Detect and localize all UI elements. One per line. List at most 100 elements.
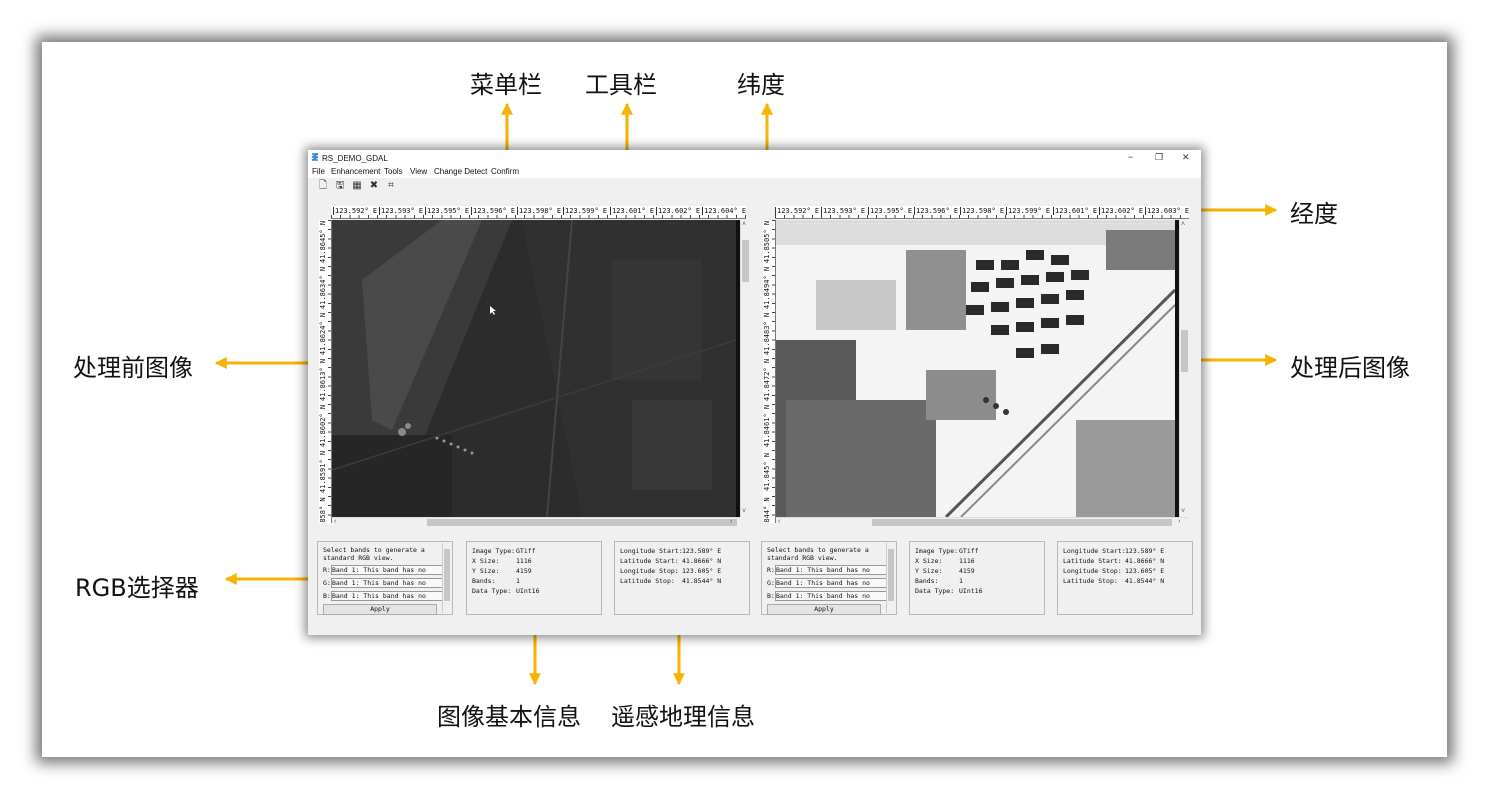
geo-key: Longitude Start: xyxy=(1063,547,1126,555)
apply-button[interactable]: Apply xyxy=(323,604,437,615)
apply-button[interactable]: Apply xyxy=(767,604,881,615)
menu-tools[interactable]: Tools xyxy=(384,167,403,176)
left-geo-info-panel: Longitude Start: 123.589° E Latitude Star… xyxy=(614,541,750,615)
lon-tick: 123.592° E xyxy=(333,207,378,215)
title-bar: RS_DEMO_GDAL − ❐ ✕ xyxy=(308,150,1201,166)
right-image-info-panel: Image Type: GTiff X Size: 1116 Y Size: 4159… xyxy=(909,541,1045,615)
left-latitude-ruler: 41.8645° N 41.8634° N 41.8624° N 41.8613… xyxy=(319,220,332,523)
scroll-thumb[interactable] xyxy=(742,240,749,282)
rgb-instruction: Select bands to generate a standard RGB … xyxy=(767,546,869,562)
after-image-view[interactable] xyxy=(776,220,1175,517)
geo-key: Latitude Stop: xyxy=(1063,577,1118,585)
panel-scrollbar[interactable] xyxy=(886,543,895,613)
scroll-thumb[interactable] xyxy=(872,519,1172,526)
band-select-g[interactable]: Band 1: This band has no▾ xyxy=(775,578,893,588)
rgb-label-b: B: xyxy=(323,592,331,600)
scroll-left-icon[interactable]: ‹ xyxy=(334,518,336,526)
band-select-b[interactable]: Band 1: This band has no▾ xyxy=(775,591,893,601)
grid-icon[interactable]: ▦ xyxy=(351,180,363,192)
lon-tick: 123.592° E xyxy=(775,207,820,215)
menu-confirm[interactable]: Confirm xyxy=(491,167,519,176)
before-image-view[interactable] xyxy=(332,220,736,517)
scroll-thumb[interactable] xyxy=(1181,330,1188,372)
info-value: 1116 xyxy=(959,557,975,565)
save-icon[interactable]: 🖫 xyxy=(334,180,346,192)
restore-button[interactable]: ❐ xyxy=(1155,152,1163,163)
geo-key: Latitude Stop: xyxy=(620,577,675,585)
toolbar: 🗋 🖫 ▦ ✖ ⌗ xyxy=(308,178,1201,194)
lon-tick: 123.593° E xyxy=(379,207,424,215)
band-select-value: Band 1: This band has no xyxy=(332,566,426,574)
info-key: Data Type: xyxy=(915,587,955,595)
menu-file[interactable]: File xyxy=(312,167,325,176)
scroll-up-icon[interactable]: ˄ xyxy=(1181,221,1185,229)
info-key: Image Type: xyxy=(915,547,959,555)
geo-key: Longitude Stop: xyxy=(1063,567,1122,575)
scroll-right-icon[interactable]: › xyxy=(1178,518,1180,526)
lon-tick: 123.601° E xyxy=(610,207,655,215)
lat-tick: 41.8613° N xyxy=(319,358,327,402)
lon-tick: 123.595° E xyxy=(868,207,913,215)
lat-tick: 844° N xyxy=(763,497,771,523)
before-vertical-scrollbar[interactable]: ˄ ˅ xyxy=(740,220,750,517)
lon-tick: 123.593° E xyxy=(821,207,866,215)
scroll-thumb[interactable] xyxy=(888,549,894,601)
after-vertical-scrollbar[interactable]: ˄ ˅ xyxy=(1179,220,1189,517)
info-value: 4159 xyxy=(959,567,975,575)
info-value: GTiff xyxy=(516,547,536,555)
lon-tick: 123.599° E xyxy=(1006,207,1051,215)
right-longitude-ruler: 123.592° E 123.593° E 123.595° E 123.596… xyxy=(775,206,1190,219)
info-key: Image Type: xyxy=(472,547,516,555)
info-key: Bands: xyxy=(915,577,939,585)
scroll-left-icon[interactable]: ‹ xyxy=(778,518,780,526)
menu-change-detect[interactable]: Change Detect xyxy=(434,167,487,176)
rgb-label-r: R: xyxy=(767,566,775,574)
scroll-right-icon[interactable]: › xyxy=(730,518,732,526)
app-logo-icon xyxy=(311,153,319,161)
menu-view[interactable]: View xyxy=(410,167,427,176)
lon-tick: 123.595° E xyxy=(425,207,470,215)
before-horizontal-scrollbar[interactable]: ‹ › xyxy=(332,517,740,527)
left-longitude-ruler: 123.592° E 123.593° E 123.595° E 123.596… xyxy=(331,206,747,219)
right-geo-info-panel: Longitude Start: 123.589° E Latitude Star… xyxy=(1057,541,1193,615)
info-key: Y Size: xyxy=(472,567,500,575)
geo-key: Longitude Start: xyxy=(620,547,683,555)
minimize-button[interactable]: − xyxy=(1128,152,1133,162)
open-icon[interactable]: 🗋 xyxy=(317,180,329,192)
left-image-info-panel: Image Type: GTiff X Size: 1116 Y Size: 4159… xyxy=(466,541,602,615)
lon-tick: 123.603° E xyxy=(1145,207,1190,215)
lat-tick: 41.8461° N xyxy=(763,404,771,448)
after-horizontal-scrollbar[interactable]: ‹ › xyxy=(776,517,1188,527)
close-button[interactable]: ✕ xyxy=(1182,152,1190,163)
lat-tick: 41.8624° N xyxy=(319,312,327,356)
band-select-g[interactable]: Band 1: This band has no▾ xyxy=(331,578,449,588)
rgb-label-b: B: xyxy=(767,592,775,600)
band-select-value: Band 1: This band has no xyxy=(332,579,426,587)
band-select-b[interactable]: Band 1: This band has no▾ xyxy=(331,591,449,601)
info-value: GTiff xyxy=(959,547,979,555)
scroll-down-icon[interactable]: ˅ xyxy=(1181,508,1185,516)
lat-tick: 41.8602° N xyxy=(319,404,327,448)
crop-icon[interactable]: ⌗ xyxy=(385,180,397,192)
lon-tick: 123.598° E xyxy=(960,207,1005,215)
band-select-value: Band 1: This band has no xyxy=(776,579,870,587)
band-select-r[interactable]: Band 1: This band has no▾ xyxy=(331,565,449,575)
band-select-r[interactable]: Band 1: This band has no▾ xyxy=(775,565,893,575)
lat-tick: 41.8634° N xyxy=(319,266,327,310)
rgb-label-g: G: xyxy=(767,579,775,587)
rgb-label-r: R: xyxy=(323,566,331,574)
scroll-up-icon[interactable]: ˄ xyxy=(742,221,746,229)
info-value: 1116 xyxy=(516,557,532,565)
geo-value: 41.8544° N xyxy=(682,577,722,585)
info-key: Bands: xyxy=(472,577,496,585)
compress-icon[interactable]: ✖ xyxy=(368,180,380,192)
scroll-down-icon[interactable]: ˅ xyxy=(742,508,746,516)
info-value: 1 xyxy=(959,577,963,585)
info-value: 4159 xyxy=(516,567,532,575)
menu-enhancement[interactable]: Enhancement xyxy=(331,167,380,176)
scroll-thumb[interactable] xyxy=(444,549,450,601)
lat-tick: 41.8483° N xyxy=(763,312,771,356)
lon-tick: 123.599° E xyxy=(563,207,608,215)
panel-scrollbar[interactable] xyxy=(442,543,451,613)
scroll-thumb[interactable] xyxy=(427,519,737,526)
